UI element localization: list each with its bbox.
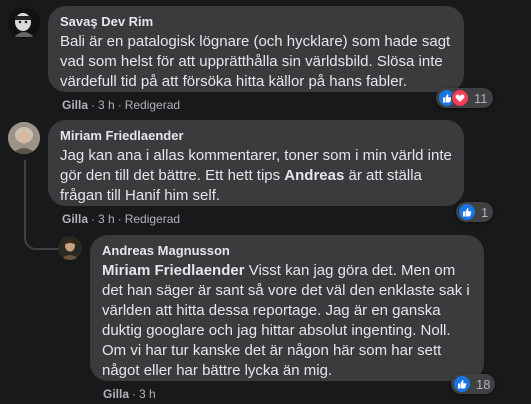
comment-time[interactable]: 3 h (98, 212, 115, 226)
edited-label[interactable]: Redigerad (125, 98, 180, 112)
comment-actions: Gilla · 3 h (103, 387, 156, 401)
reaction-summary[interactable]: 18 (451, 374, 496, 394)
comment-text: Bali är en patalogisk lögnare (och hyckl… (60, 33, 451, 90)
edited-label[interactable]: Redigerad (125, 212, 180, 226)
like-reaction-icon (453, 375, 471, 393)
comment-author[interactable]: Savaş Dev Rim (60, 14, 452, 30)
comment-bubble: Miriam Friedlaender Jag kan ana i allas … (48, 120, 464, 206)
comment-author[interactable]: Miriam Friedlaender (60, 128, 452, 144)
avatar-image (8, 122, 40, 154)
avatar[interactable] (8, 7, 40, 39)
reaction-count: 1 (481, 204, 489, 220)
comment-actions: Gilla · 3 h · Redigerad (62, 98, 181, 112)
avatar-image (8, 7, 40, 39)
mention-link[interactable]: Miriam Friedlaender (102, 262, 245, 279)
comment-text-part: Visst kan jag göra det. Men om det han s… (102, 262, 470, 379)
comment-time[interactable]: 3 h (98, 98, 115, 112)
like-button[interactable]: Gilla (62, 98, 88, 112)
like-button[interactable]: Gilla (103, 387, 129, 401)
mention-link[interactable]: Andreas (284, 167, 344, 184)
reply-bubble: Andreas Magnusson Miriam Friedlaender Vi… (90, 235, 484, 381)
reaction-count: 18 (476, 376, 491, 392)
comment-author[interactable]: Andreas Magnusson (102, 243, 472, 259)
reaction-summary[interactable]: 1 (456, 202, 494, 222)
like-reaction-icon (458, 203, 476, 221)
avatar-image (58, 236, 82, 260)
love-reaction-icon (451, 89, 469, 107)
comment-actions: Gilla · 3 h · Redigerad (62, 212, 181, 226)
like-button[interactable]: Gilla (62, 212, 88, 226)
comment-bubble: Savaş Dev Rim Bali är en patalogisk lögn… (48, 6, 464, 92)
reaction-count: 11 (474, 90, 488, 106)
reaction-summary[interactable]: 11 (436, 88, 493, 108)
comment-text: Jag kan ana i allas kommentarer, toner s… (60, 146, 452, 206)
comment-text: Miriam Friedlaender Visst kan jag göra d… (102, 261, 472, 381)
comment-time[interactable]: 3 h (139, 387, 156, 401)
avatar[interactable] (58, 236, 82, 260)
avatar[interactable] (8, 122, 40, 154)
